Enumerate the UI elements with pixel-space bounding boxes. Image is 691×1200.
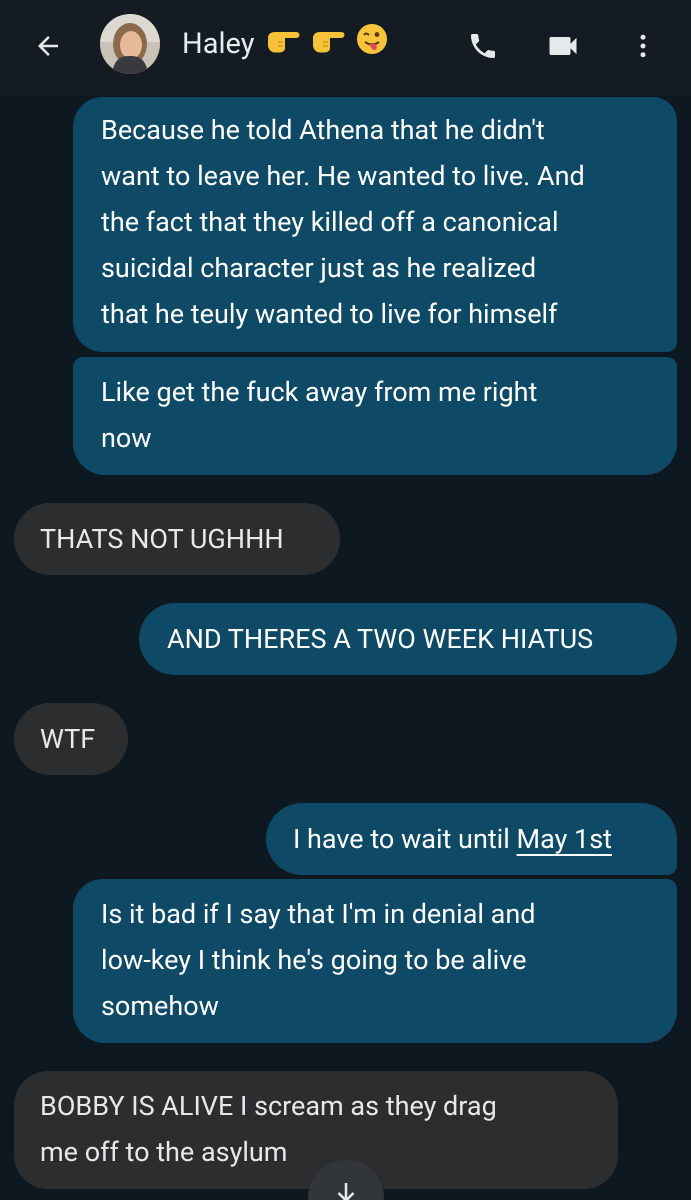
message-line: low-key I think he's going to be alive — [101, 944, 527, 976]
more-vert-icon — [640, 34, 646, 58]
video-call-button[interactable] — [539, 22, 587, 70]
phone-icon — [471, 34, 495, 58]
message-bubble-incoming[interactable]: THATS NOT UGHHH — [14, 503, 340, 575]
message-line: I have to wait until May 1st — [293, 816, 677, 862]
contact-name[interactable]: Haley — [182, 22, 388, 66]
message-line: want to leave her. He wanted to live. An… — [101, 160, 585, 192]
message-bubble-outgoing[interactable]: Because he told Athena that he didn't wa… — [73, 97, 677, 352]
avatar-photo-icon — [100, 14, 160, 74]
message-bubble-outgoing[interactable]: AND THERES A TWO WEEK HIATUS — [139, 603, 677, 675]
message-bubble-incoming[interactable]: BOBBY IS ALIVE I scream as they drag me … — [14, 1071, 618, 1189]
message-text: I have to wait until — [293, 823, 517, 855]
top-app-bar: Haley — [0, 0, 691, 96]
back-button[interactable] — [22, 20, 74, 72]
message-line: Because he told Athena that he didn't — [101, 114, 545, 146]
winking-face-tongue-icon — [356, 23, 388, 68]
message-bubble-outgoing[interactable]: I have to wait until May 1st — [266, 803, 677, 875]
message-line: suicidal character just as he realized — [101, 252, 537, 284]
message-line: BOBBY IS ALIVE I scream as they drag — [40, 1090, 497, 1122]
date-link[interactable]: May 1st — [517, 823, 612, 855]
call-button[interactable] — [459, 22, 507, 70]
message-line: somehow — [101, 990, 219, 1022]
back-arrow-icon — [38, 36, 58, 56]
message-line: Like get the fuck away from me right — [101, 376, 538, 408]
backhand-index-right-icon — [311, 23, 345, 67]
backhand-index-right-icon — [266, 23, 300, 67]
message-line: the fact that they killed off a canonica… — [101, 206, 559, 238]
contact-name-text: Haley — [182, 27, 255, 61]
message-bubble-outgoing[interactable]: Is it bad if I say that I'm in denial an… — [73, 879, 677, 1043]
more-options-button[interactable] — [619, 22, 667, 70]
conversation-screen: Haley Because he told Athena that he did… — [0, 0, 691, 1200]
message-line: WTF — [40, 723, 96, 755]
message-line: now — [101, 422, 152, 454]
message-line: Is it bad if I say that I'm in denial an… — [101, 898, 536, 930]
arrow-down-icon — [337, 1183, 355, 1200]
contact-avatar[interactable] — [100, 14, 160, 74]
message-line: AND THERES A TWO WEEK HIATUS — [167, 623, 594, 655]
message-line: that he teuly wanted to live for himself — [101, 298, 558, 330]
message-bubble-outgoing[interactable]: Like get the fuck away from me right now — [73, 357, 677, 475]
message-line: THATS NOT UGHHH — [40, 523, 284, 555]
message-bubble-incoming[interactable]: WTF — [14, 703, 128, 775]
message-line: me off to the asylum — [40, 1136, 288, 1168]
video-camera-icon — [549, 37, 577, 55]
